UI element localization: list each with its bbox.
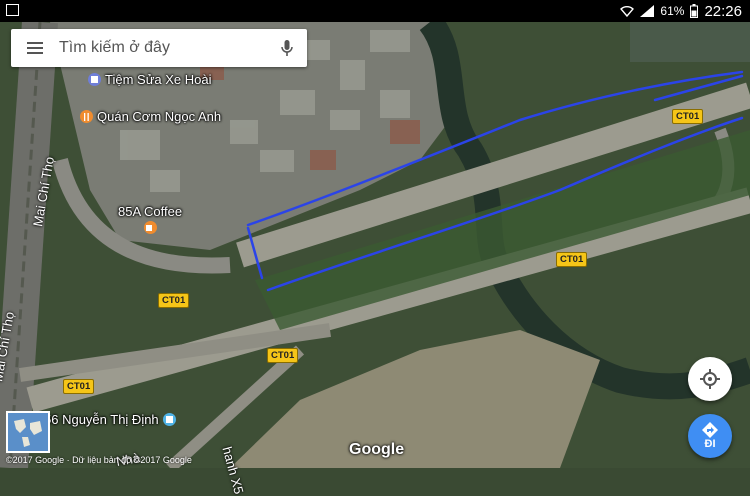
pond — [630, 22, 750, 62]
search-bar[interactable]: Tìm kiếm ở đây — [11, 29, 307, 67]
poi-label: Tiệm Sửa Xe Hoài — [105, 72, 212, 87]
satellite-map[interactable] — [0, 22, 750, 468]
poi-label: 85A Coffee — [118, 204, 183, 219]
poi-cafe[interactable]: 85A Coffee — [118, 204, 182, 234]
status-bar: 61% 22:26 — [0, 0, 750, 22]
directions-icon — [702, 422, 718, 438]
highway-shield: CT01 — [672, 109, 704, 124]
clock: 22:26 — [704, 2, 742, 20]
voice-search-button[interactable] — [267, 29, 307, 67]
menu-button[interactable] — [11, 29, 59, 67]
search-input[interactable]: Tìm kiếm ở đây — [59, 39, 267, 57]
world-map-icon — [14, 419, 42, 447]
layers-button[interactable] — [6, 411, 50, 453]
status-indicators: 61% 22:26 — [620, 2, 742, 20]
directions-button[interactable]: ĐI — [688, 414, 732, 458]
screenshot-icon — [6, 4, 19, 16]
highway-shield: CT01 — [267, 348, 299, 363]
wifi-icon — [620, 6, 635, 17]
shop-icon — [88, 73, 101, 86]
battery-percent: 61% — [660, 4, 685, 18]
poi-restaurant[interactable]: Quán Cơm Ngọc Anh — [80, 109, 221, 124]
highway-shield: CT01 — [63, 379, 95, 394]
battery-icon — [690, 4, 699, 18]
poi-label: Quán Cơm Ngọc Anh — [97, 109, 222, 124]
google-logo: Google — [349, 441, 405, 458]
highway-shield: CT01 — [158, 293, 190, 308]
mic-icon — [281, 40, 293, 56]
poi-label: 56 Nguyễn Thị Định — [44, 412, 159, 427]
menu-icon — [27, 42, 43, 54]
poi-store[interactable]: 56 Nguyễn Thị Định — [44, 412, 176, 427]
cafe-icon — [143, 221, 157, 234]
highway-shield: CT01 — [556, 252, 588, 267]
signal-icon — [640, 5, 655, 17]
poi-repair-shop[interactable]: Tiệm Sửa Xe Hoài — [88, 72, 211, 87]
my-location-icon — [700, 369, 720, 389]
store-icon — [162, 413, 176, 426]
my-location-button[interactable] — [688, 357, 732, 401]
map-attribution: ©2017 Google · Dữ liệu bản đồ ©2017 Goog… — [6, 455, 192, 465]
restaurant-icon — [80, 110, 93, 123]
directions-label: ĐI — [704, 438, 716, 450]
